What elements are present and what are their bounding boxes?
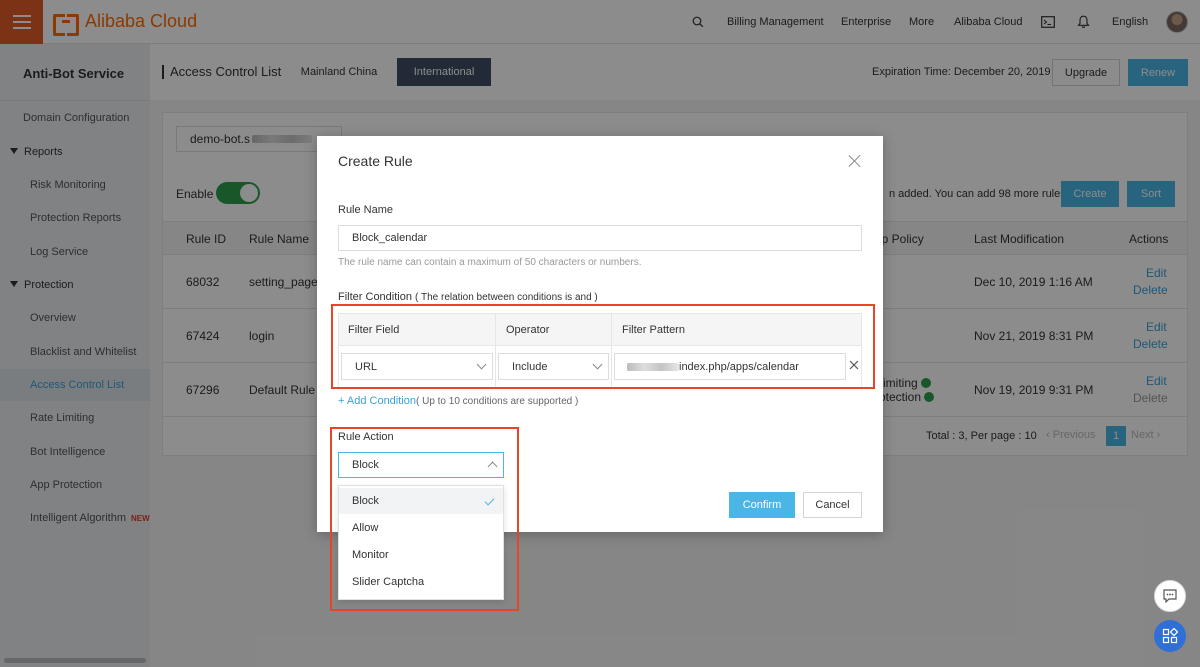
filter-condition-label: Filter Condition ( The relation between … — [338, 291, 598, 303]
option-monitor[interactable]: Monitor — [339, 542, 503, 568]
chat-icon[interactable] — [1154, 580, 1186, 612]
filter-condition-highlight — [331, 304, 875, 389]
confirm-button[interactable]: Confirm — [729, 492, 795, 518]
dialog-title: Create Rule — [338, 153, 413, 169]
check-icon — [484, 495, 495, 506]
filter-condition-title: Filter Condition — [338, 291, 412, 303]
option-allow[interactable]: Allow — [339, 515, 503, 541]
filter-condition-note: ( The relation between conditions is and… — [415, 292, 598, 303]
add-condition[interactable]: + Add Condition( Up to 10 conditions are… — [338, 395, 578, 407]
rule-name-hint: The rule name can contain a maximum of 5… — [338, 257, 642, 268]
apps-grid-icon[interactable] — [1154, 620, 1186, 652]
option-label: Block — [352, 495, 379, 507]
close-icon[interactable] — [848, 154, 862, 168]
rule-action-dropdown: Block Allow Monitor Slider Captcha — [338, 485, 504, 600]
rule-name-input[interactable]: Block_calendar — [338, 225, 862, 251]
option-slider-captcha[interactable]: Slider Captcha — [339, 569, 503, 595]
add-condition-note: ( Up to 10 conditions are supported ) — [415, 396, 579, 407]
add-condition-link[interactable]: + Add Condition — [338, 395, 416, 407]
option-block[interactable]: Block — [339, 488, 503, 514]
rule-name-label: Rule Name — [338, 204, 394, 216]
cancel-button[interactable]: Cancel — [803, 492, 862, 518]
